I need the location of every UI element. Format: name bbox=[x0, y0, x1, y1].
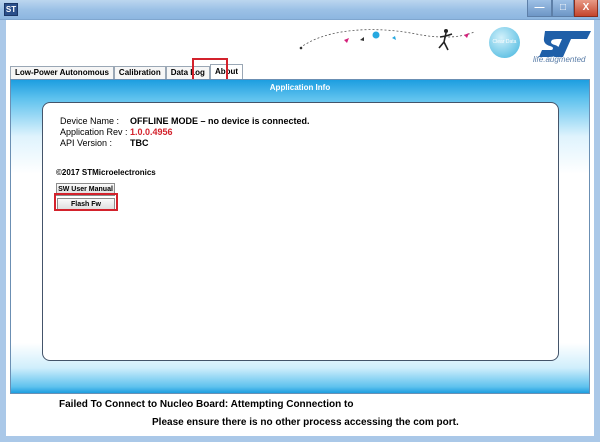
app-rev-value: 1.0.0.4956 bbox=[130, 127, 173, 137]
status-message-line-2: Please ensure there is no other process … bbox=[152, 417, 459, 428]
status-message-line-1: Failed To Connect to Nucleo Board: Attem… bbox=[59, 399, 354, 410]
device-name-value: OFFLINE MODE – no device is connected. bbox=[130, 116, 310, 126]
application-info-panel: Application Info Device Name : OFFLINE M… bbox=[10, 79, 590, 394]
flash-fw-highlight bbox=[54, 193, 118, 211]
tab-calibration[interactable]: Calibration bbox=[113, 66, 166, 80]
title-bar: ST — □ X bbox=[0, 0, 600, 20]
header-swoosh-graphic bbox=[299, 29, 475, 51]
minimize-button[interactable]: — bbox=[527, 0, 552, 17]
app-rev-row: Application Rev : 1.0.0.4956 bbox=[60, 127, 173, 137]
device-name-label: Device Name : bbox=[60, 116, 120, 126]
app-rev-label: Application Rev : bbox=[60, 127, 128, 137]
about-tab-highlight bbox=[192, 58, 228, 81]
api-version-value: TBC bbox=[130, 138, 149, 148]
info-box: Device Name : OFFLINE MODE – no device i… bbox=[42, 102, 559, 361]
app-icon-text: ST bbox=[5, 5, 17, 14]
app-icon[interactable]: ST bbox=[4, 3, 18, 16]
device-name-row: Device Name : OFFLINE MODE – no device i… bbox=[60, 116, 310, 126]
close-button[interactable]: X bbox=[574, 0, 598, 17]
runner-figure bbox=[438, 29, 453, 51]
panel-title: Application Info bbox=[269, 83, 331, 92]
copyright-text: ©2017 STMicroelectronics bbox=[56, 168, 156, 177]
maximize-button[interactable]: □ bbox=[552, 0, 574, 17]
tab-low-power-autonomous[interactable]: Low-Power Autonomous bbox=[10, 66, 114, 80]
st-tagline: life.augmented bbox=[533, 55, 586, 64]
header-bubble-graphic: Clear Data bbox=[489, 27, 520, 58]
bubble-text: Clear Data bbox=[492, 39, 517, 45]
api-version-label: API Version : bbox=[60, 138, 113, 148]
api-version-row: API Version : TBC bbox=[60, 138, 149, 148]
